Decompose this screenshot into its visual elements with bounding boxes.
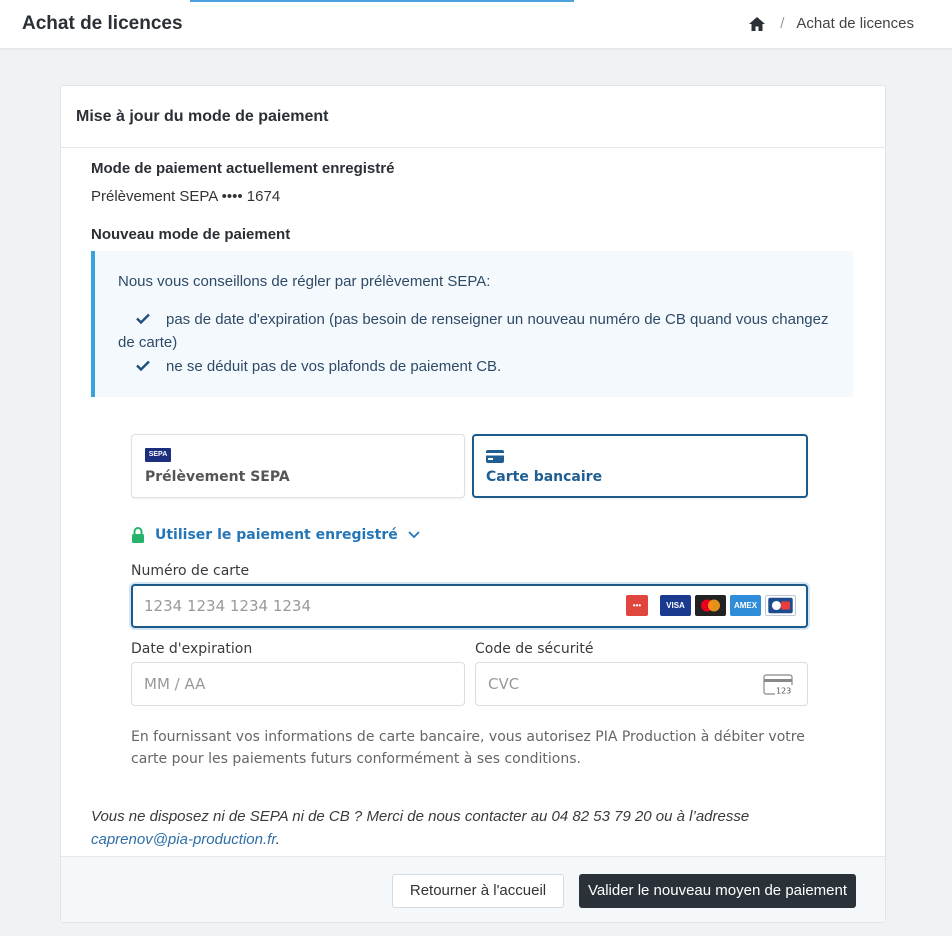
- cb-dots-icon: •••: [626, 595, 648, 616]
- breadcrumb-current: Achat de licences: [796, 15, 914, 32]
- payment-method-tabs: SEPA Prélèvement SEPA Carte bancaire: [131, 434, 808, 498]
- tab-sepa[interactable]: SEPA Prélèvement SEPA: [131, 434, 465, 498]
- expiry-label: Date d'expiration: [131, 641, 253, 657]
- advice-item: pas de date d'expiration (pas besoin de …: [118, 308, 838, 354]
- cb-icon: [765, 595, 796, 616]
- contact-notice: Vous ne disposez ni de SEPA ni de CB ? M…: [91, 805, 831, 851]
- advice-intro: Nous vous conseillons de régler par prél…: [118, 273, 491, 290]
- sepa-logo-icon: SEPA: [145, 448, 171, 462]
- visa-icon: VISA: [660, 595, 691, 616]
- advice-item-text: pas de date d'expiration (pas besoin de …: [118, 311, 829, 351]
- mastercard-icon: [695, 595, 726, 616]
- expiry-input[interactable]: MM / AA: [131, 662, 465, 706]
- card-number-label: Numéro de carte: [131, 563, 250, 579]
- breadcrumb-separator: /: [780, 15, 785, 32]
- cvc-card-icon: 123: [763, 674, 794, 696]
- tab-card-label: Carte bancaire: [486, 469, 603, 485]
- card-title: Mise à jour du mode de paiement: [61, 86, 885, 148]
- contact-suffix: .: [275, 831, 280, 848]
- credit-card-icon: [486, 450, 504, 463]
- lock-icon: [132, 527, 144, 543]
- check-icon: [136, 360, 150, 371]
- use-saved-payment-label: Utiliser le paiement enregistré: [155, 527, 398, 543]
- use-saved-payment-toggle[interactable]: Utiliser le paiement enregistré: [131, 527, 420, 543]
- check-icon: [136, 313, 150, 324]
- advice-item: ne se déduit pas de vos plafonds de paie…: [118, 355, 838, 378]
- page-title: Achat de licences: [22, 13, 183, 34]
- contact-text: Vous ne disposez ni de SEPA ni de CB ? M…: [91, 808, 750, 825]
- card-authorization-notice: En fournissant vos informations de carte…: [131, 729, 805, 767]
- contact-email-link[interactable]: caprenov@pia-production.fr: [91, 831, 276, 848]
- card-footer: Retourner à l'accueil Valider le nouveau…: [61, 856, 885, 922]
- card-number-placeholder: 1234 1234 1234 1234: [144, 597, 311, 615]
- cvc-input[interactable]: CVC 123: [475, 662, 808, 706]
- loading-progress-bar: [190, 0, 574, 2]
- card-body: Mode de paiement actuellement enregistré…: [61, 148, 885, 856]
- advice-item-text: ne se déduit pas de vos plafonds de paie…: [166, 358, 502, 375]
- current-payment-label: Mode de paiement actuellement enregistré: [91, 160, 395, 177]
- chevron-down-icon: [408, 531, 420, 539]
- cvc-label: Code de sécurité: [475, 641, 594, 657]
- card-number-input[interactable]: 1234 1234 1234 1234 ••• VISA AMEX: [131, 584, 808, 628]
- amex-icon: AMEX: [730, 595, 761, 616]
- tab-card[interactable]: Carte bancaire: [472, 434, 808, 498]
- cvc-placeholder: CVC: [488, 675, 520, 693]
- new-payment-label: Nouveau mode de paiement: [91, 226, 291, 243]
- tab-sepa-label: Prélèvement SEPA: [145, 469, 290, 485]
- card-brand-list: ••• VISA AMEX: [626, 595, 796, 616]
- home-icon[interactable]: [748, 16, 766, 32]
- breadcrumb: / Achat de licences: [748, 15, 914, 32]
- back-home-button[interactable]: Retourner à l'accueil: [392, 874, 564, 908]
- sepa-advice-box: Nous vous conseillons de régler par prél…: [91, 251, 853, 397]
- validate-payment-button[interactable]: Valider le nouveau moyen de paiement: [579, 874, 856, 908]
- cvc-icon-text: 123: [776, 687, 791, 696]
- current-payment-value: Prélèvement SEPA •••• 1674: [91, 188, 281, 205]
- top-bar: Achat de licences / Achat de licences: [0, 0, 952, 48]
- expiry-placeholder: MM / AA: [144, 675, 206, 693]
- payment-update-card: Mise à jour du mode de paiement Mode de …: [60, 85, 886, 923]
